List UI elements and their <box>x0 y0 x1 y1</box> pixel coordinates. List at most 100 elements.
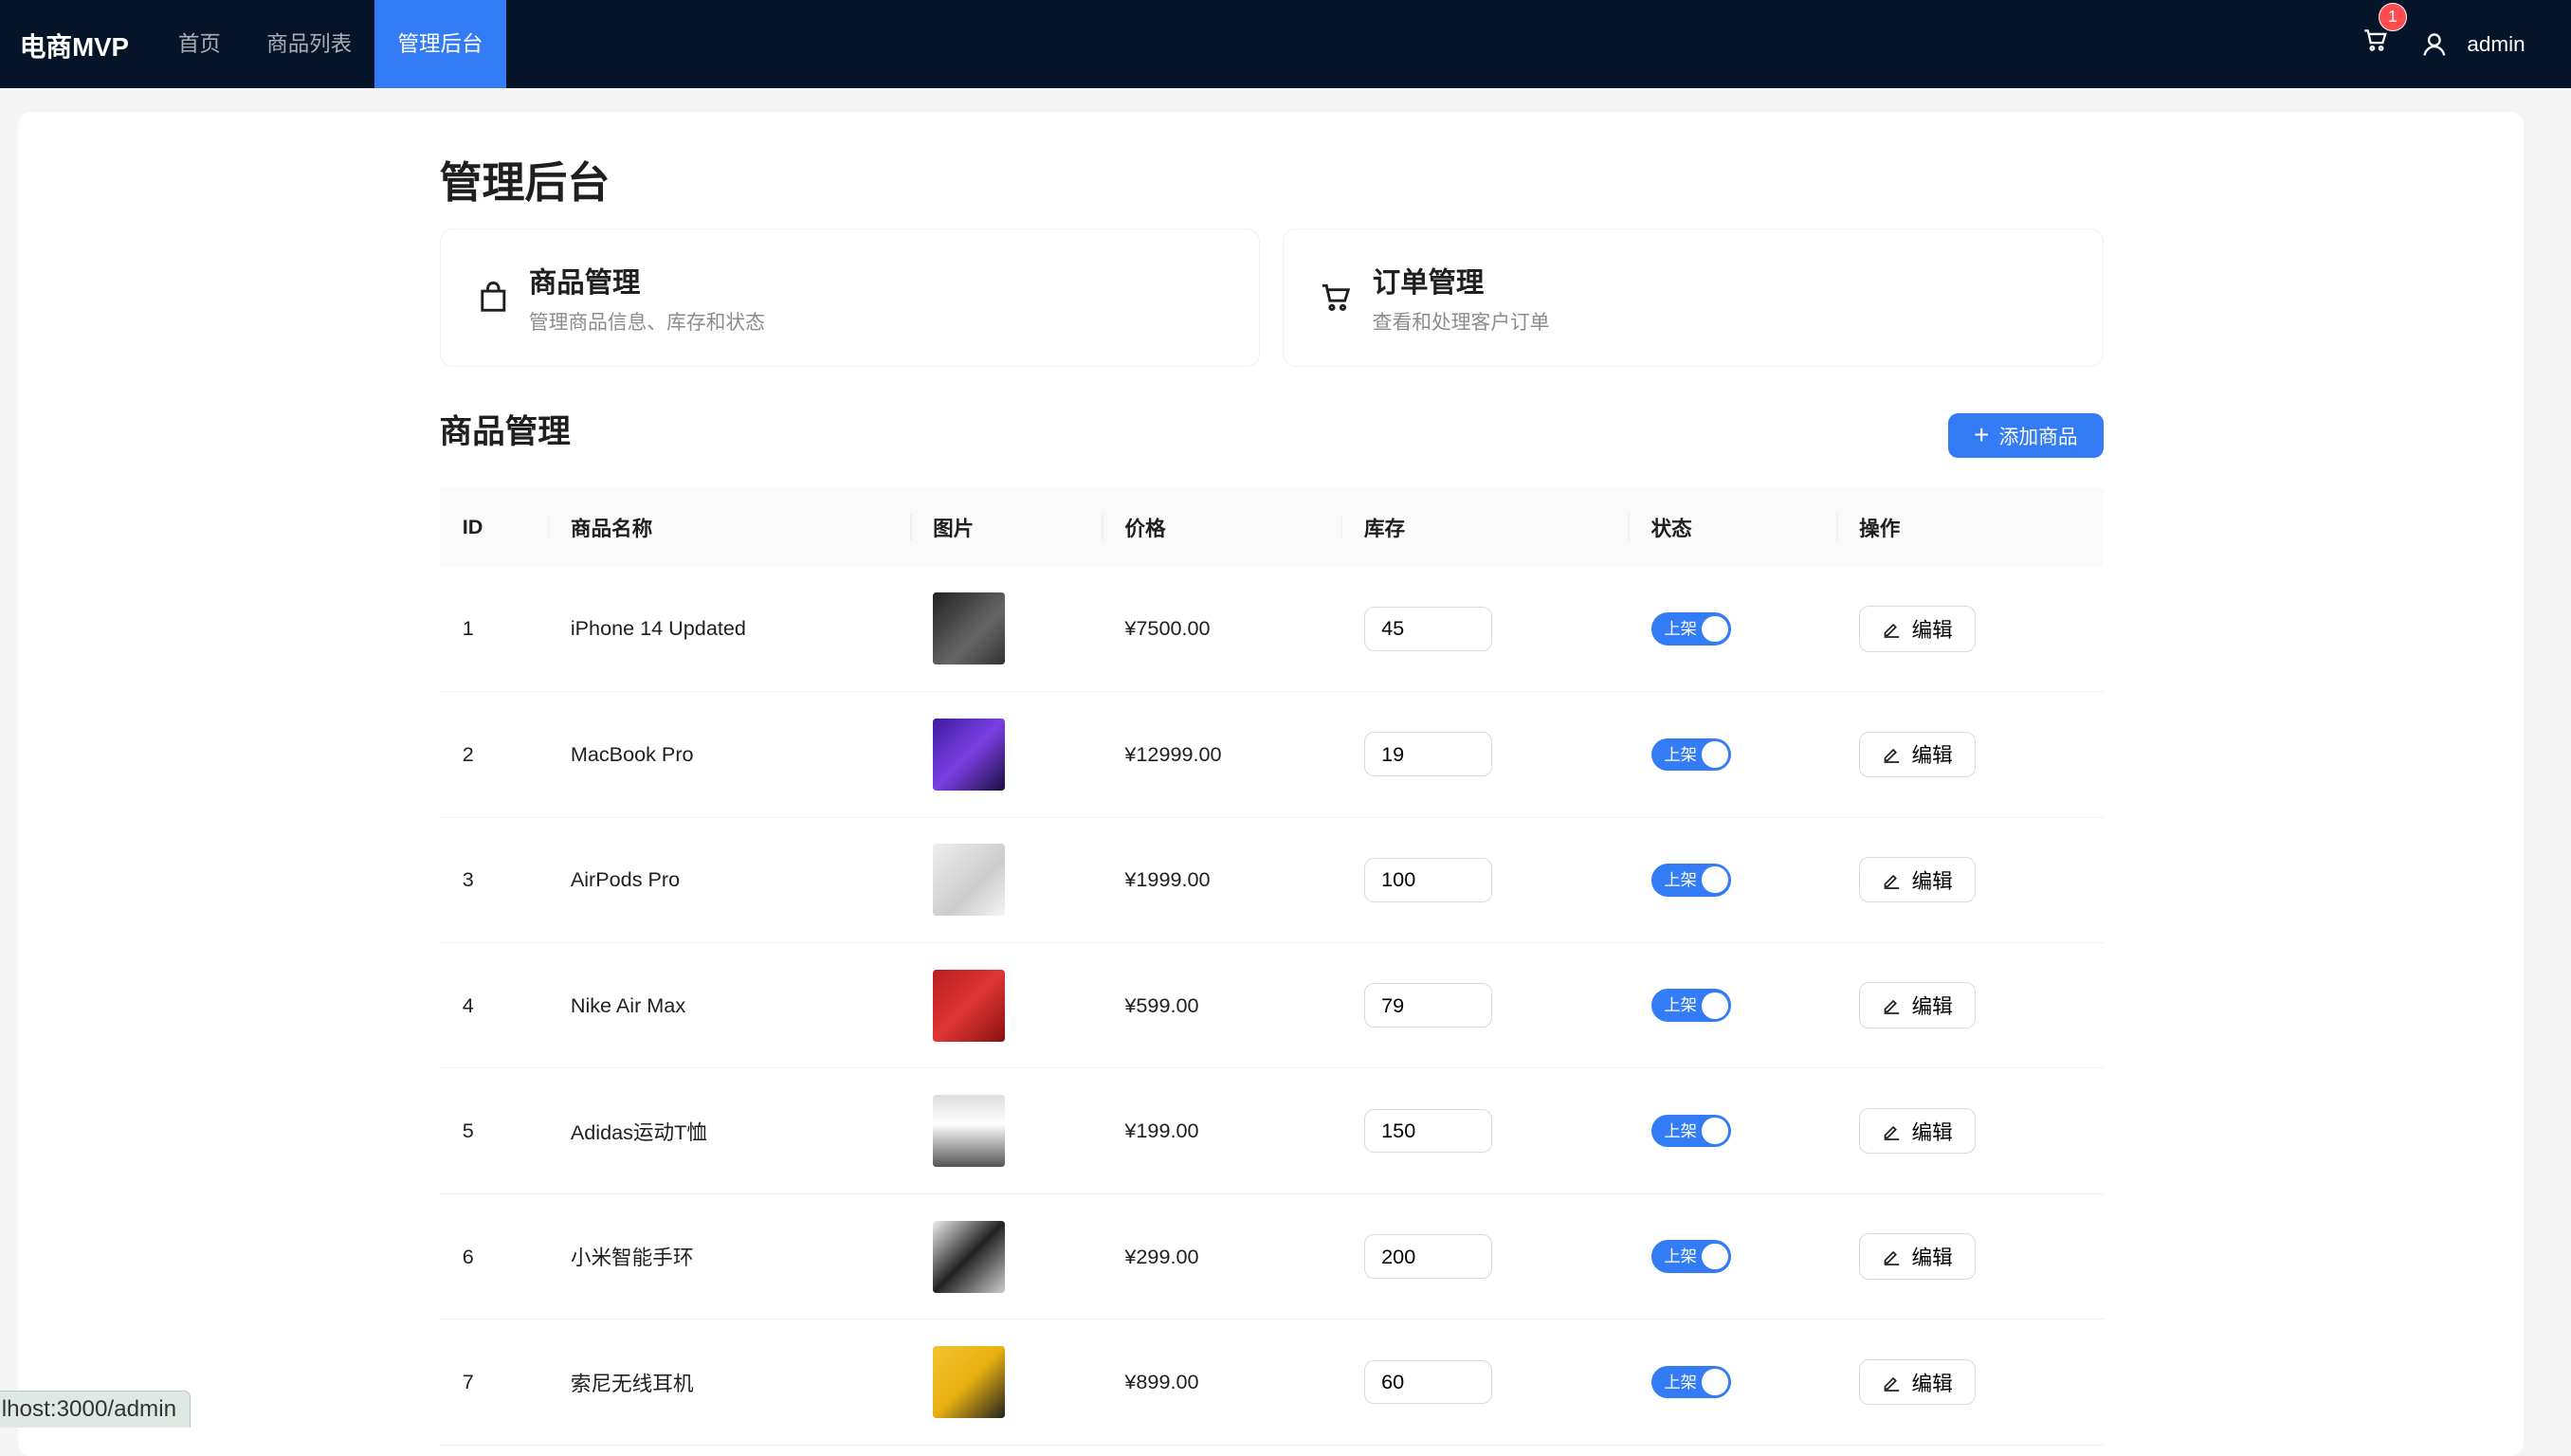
cart-badge: 1 <box>2378 3 2407 32</box>
product-id: 4 <box>439 942 548 1069</box>
edit-label: 编辑 <box>1911 743 1953 768</box>
edit-button[interactable]: 编辑 <box>1859 1107 1976 1155</box>
nav-products[interactable]: 商品列表 <box>244 0 374 88</box>
nav-home[interactable]: 首页 <box>155 0 244 88</box>
product-name: 小米智能手环 <box>547 1193 910 1320</box>
edit-icon <box>1884 749 1900 764</box>
product-price: ¥1999.00 <box>1102 817 1341 943</box>
product-image <box>933 718 1006 791</box>
edit-button[interactable]: 编辑 <box>1859 857 1976 903</box>
table-row: 7 索尼无线耳机 ¥899.00 上架 编辑 <box>439 1319 2105 1446</box>
stock-input[interactable] <box>1363 1234 1492 1279</box>
table-row: 1 iPhone 14 Updated ¥7500.00 上架 编辑 <box>439 566 2105 693</box>
product-name: Adidas运动T恤 <box>547 1067 910 1194</box>
edit-label: 编辑 <box>1911 617 1953 642</box>
product-table: ID 商品名称 图片 价格 库存 状态 操作 1 iPhone 14 Updat… <box>439 487 2105 1446</box>
edit-label: 编辑 <box>1911 1119 1953 1144</box>
product-name: MacBook Pro <box>547 691 910 818</box>
edit-button[interactable]: 编辑 <box>1859 731 1976 778</box>
product-id: 7 <box>439 1319 548 1446</box>
cart-icon <box>2364 29 2387 52</box>
page-title: 管理后台 <box>439 157 611 207</box>
user-icon <box>2423 33 2446 56</box>
stock-input[interactable] <box>1363 732 1492 777</box>
nav-admin[interactable]: 管理后台 <box>374 0 506 89</box>
col-stock: 库存 <box>1340 487 1629 567</box>
stock-input[interactable] <box>1363 607 1492 651</box>
product-price: ¥7500.00 <box>1102 566 1341 693</box>
card-desc: 查看和处理客户订单 <box>1372 311 1550 334</box>
edit-icon <box>1884 1251 1900 1266</box>
cart-button[interactable]: 1 <box>2362 3 2407 61</box>
username: admin <box>2467 31 2525 56</box>
edit-label: 编辑 <box>1911 1371 1953 1395</box>
table-row: 5 Adidas运动T恤 ¥199.00 上架 编辑 <box>439 1067 2105 1194</box>
card-desc: 管理商品信息、库存和状态 <box>528 311 765 334</box>
status-label: 上架 <box>1664 744 1697 764</box>
edit-icon <box>1884 1125 1900 1140</box>
status-label: 上架 <box>1664 1120 1697 1140</box>
product-management-card[interactable]: 商品管理 管理商品信息、库存和状态 <box>439 228 1261 367</box>
stock-input[interactable] <box>1363 983 1492 1028</box>
product-name: iPhone 14 Updated <box>547 566 910 693</box>
table-row: 4 Nike Air Max ¥599.00 上架 编辑 <box>439 942 2105 1069</box>
product-price: ¥899.00 <box>1102 1319 1341 1446</box>
edit-icon <box>1884 623 1900 638</box>
edit-button[interactable]: 编辑 <box>1859 1233 1976 1280</box>
card-title: 订单管理 <box>1372 267 1485 300</box>
edit-label: 编辑 <box>1911 994 1953 1019</box>
col-image: 图片 <box>909 487 1103 567</box>
order-management-card[interactable]: 订单管理查看和处理客户订单 <box>1283 228 2105 367</box>
table-row: 2 MacBook Pro ¥12999.00 上架 编辑 <box>439 691 2105 818</box>
edit-icon <box>1884 1376 1900 1392</box>
add-product-label: 添加商品 <box>1998 427 2078 449</box>
product-image <box>933 844 1006 917</box>
product-id: 2 <box>439 691 548 818</box>
logo[interactable]: 电商MVP <box>20 26 129 64</box>
product-image <box>933 592 1006 665</box>
status-toggle[interactable]: 上架 <box>1650 737 1732 772</box>
edit-button[interactable]: 编辑 <box>1859 1358 1976 1406</box>
stock-input[interactable] <box>1363 1359 1492 1405</box>
product-name: 索尼无线耳机 <box>547 1319 910 1446</box>
status-toggle[interactable]: 上架 <box>1650 612 1732 646</box>
product-name: Nike Air Max <box>547 942 910 1069</box>
table-row: 6 小米智能手环 ¥299.00 上架 编辑 <box>439 1193 2105 1320</box>
section-title: 商品管理 <box>439 414 571 451</box>
status-toggle[interactable]: 上架 <box>1650 989 1732 1022</box>
product-image <box>933 1345 1006 1419</box>
main-panel: 管理后台 商品管理 管理商品信息、库存和状态 订单管理 查看和处理客户订单 商品管理… <box>18 111 2524 1456</box>
user-menu[interactable]: admin <box>2421 31 2525 58</box>
status-label: 上架 <box>1664 869 1697 889</box>
top-nav: 电商MVP 首页 商品列表 管理后台 1 admin <box>0 0 2571 89</box>
product-id: 5 <box>439 1067 548 1194</box>
status-label: 上架 <box>1664 1372 1697 1392</box>
table-row: 3 AirPods Pro ¥1999.00 上架 编辑 <box>439 817 2105 943</box>
product-price: ¥299.00 <box>1102 1193 1341 1320</box>
product-name: AirPods Pro <box>547 817 910 943</box>
col-status: 状态 <box>1628 487 1836 567</box>
status-toggle[interactable]: 上架 <box>1650 1240 1732 1273</box>
status-toggle[interactable]: 上架 <box>1650 1365 1732 1399</box>
col-actions: 操作 <box>1835 487 2105 567</box>
edit-button[interactable]: 编辑 <box>1859 982 1976 1028</box>
add-product-button[interactable]: + 添加商品 <box>1947 412 2105 458</box>
stock-input[interactable] <box>1363 857 1492 902</box>
edit-label: 编辑 <box>1911 1246 1953 1270</box>
status-toggle[interactable]: 上架 <box>1650 863 1732 897</box>
edit-button[interactable]: 编辑 <box>1859 606 1976 652</box>
product-image <box>933 969 1006 1042</box>
product-price: ¥599.00 <box>1102 942 1341 1069</box>
col-name: 商品名称 <box>547 487 910 567</box>
status-toggle[interactable]: 上架 <box>1650 1114 1732 1148</box>
stock-input[interactable] <box>1363 1108 1492 1154</box>
status-label: 上架 <box>1664 1247 1697 1266</box>
product-price: ¥12999.00 <box>1102 691 1341 818</box>
edit-label: 编辑 <box>1911 868 1953 893</box>
edit-icon <box>1884 1000 1900 1015</box>
cart-icon <box>1322 283 1351 311</box>
plus-icon: + <box>1974 420 1990 450</box>
product-price: ¥199.00 <box>1102 1067 1341 1194</box>
product-id: 6 <box>439 1193 548 1320</box>
product-image <box>933 1220 1006 1293</box>
